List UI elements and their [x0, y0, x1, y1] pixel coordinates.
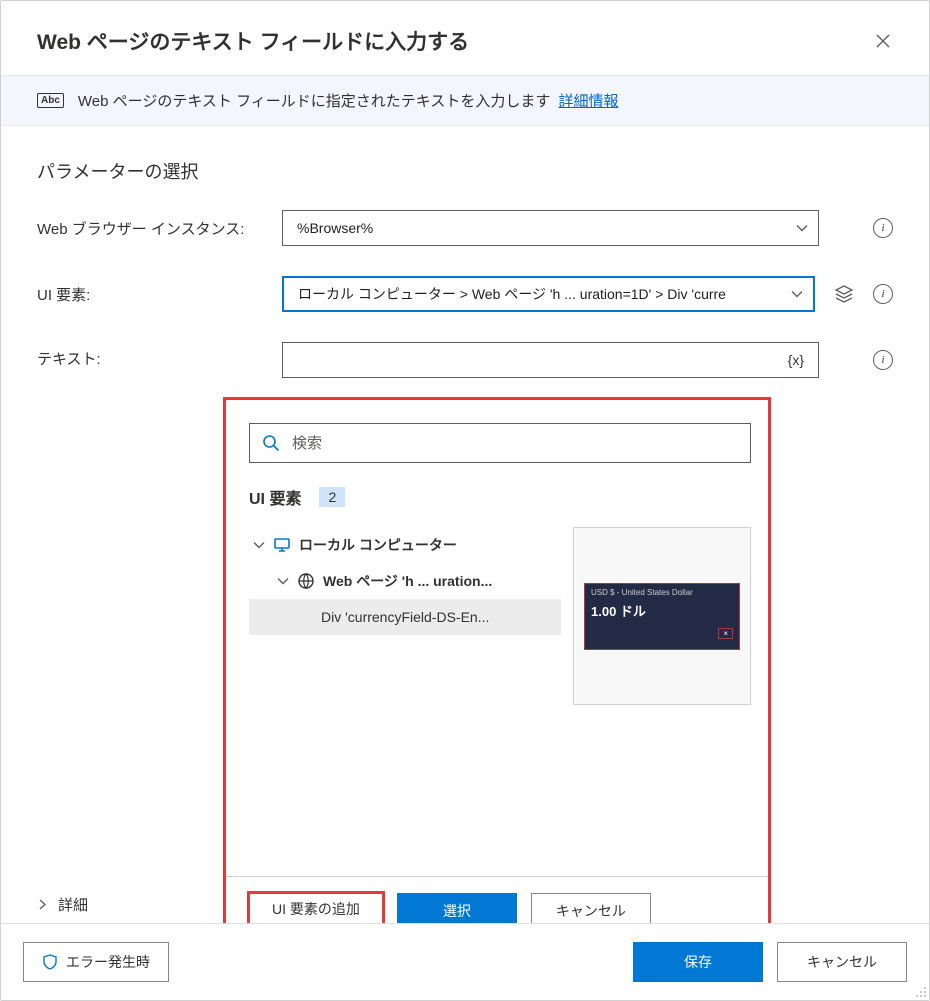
tree-node-computer-label: ローカル コンピューター — [299, 535, 457, 555]
info-icon[interactable]: i — [873, 350, 893, 370]
info-icon[interactable]: i — [873, 218, 893, 238]
tree-node-webpage-label: Web ページ 'h ... uration... — [323, 571, 492, 591]
search-icon — [262, 434, 280, 452]
browser-instance-dropdown[interactable]: %Browser% — [282, 210, 819, 246]
tree-preview-container: ローカル コンピューター Web ページ 'h ... uration... D… — [249, 527, 751, 705]
chevron-down-icon — [253, 539, 265, 551]
popup-button-row: UI 要素の追加 選択 キャンセル — [249, 893, 751, 923]
tree-node-webpage[interactable]: Web ページ 'h ... uration... — [249, 563, 561, 599]
browser-instance-label: Web ブラウザー インスタンス: — [37, 212, 272, 245]
tree-node-div-label: Div 'currencyField-DS-En... — [321, 609, 489, 625]
preview-currency-line: USD $ - United States Dollar — [591, 588, 733, 597]
close-button[interactable] — [867, 25, 899, 57]
tree-node-div[interactable]: Div 'currencyField-DS-En... — [249, 599, 561, 635]
preview-tag: × — [718, 628, 733, 639]
shield-icon — [42, 954, 58, 970]
ui-elements-count: 2 — [319, 487, 345, 507]
cancel-button[interactable]: キャンセル — [777, 942, 907, 982]
ui-element-dropdown[interactable]: ローカル コンピューター > Web ページ 'h ... uration=1D… — [282, 276, 815, 312]
chevron-down-icon — [796, 222, 808, 234]
banner-text: Web ページのテキスト フィールドに指定されたテキストを入力します 詳細情報 — [78, 90, 619, 111]
info-icon[interactable]: i — [873, 284, 893, 304]
select-button[interactable]: 選択 — [397, 893, 517, 923]
text-row: テキスト: {x} i — [37, 342, 893, 378]
ui-element-picker-popup: UI 要素 2 ローカル コンピューター Web ページ 'h ... urat… — [223, 397, 771, 923]
close-icon — [876, 34, 890, 48]
text-label: テキスト: — [37, 342, 272, 375]
globe-icon — [297, 572, 315, 590]
save-button[interactable]: 保存 — [633, 942, 763, 982]
ui-element-label: UI 要素: — [37, 278, 272, 311]
on-error-button[interactable]: エラー発生時 — [23, 942, 169, 982]
browser-instance-row: Web ブラウザー インスタンス: %Browser% i — [37, 210, 893, 246]
ui-element-row: UI 要素: ローカル コンピューター > Web ページ 'h ... ura… — [37, 276, 893, 312]
advanced-toggle[interactable]: 詳細 — [37, 894, 88, 915]
dialog-header: Web ページのテキスト フィールドに入力する — [1, 1, 929, 75]
browser-instance-value: %Browser% — [297, 220, 373, 236]
chevron-down-icon — [791, 288, 803, 300]
search-box[interactable] — [249, 423, 751, 463]
ui-element-value: ローカル コンピューター > Web ページ 'h ... uration=1D… — [298, 284, 726, 304]
dialog-title: Web ページのテキスト フィールドに入力する — [37, 26, 469, 56]
info-banner: Abc Web ページのテキスト フィールドに指定されたテキストを入力します 詳… — [1, 75, 929, 126]
layers-icon[interactable] — [833, 283, 855, 305]
variable-icon[interactable]: {x} — [788, 352, 804, 368]
ui-elements-header-label: UI 要素 — [249, 485, 301, 509]
element-preview: USD $ - United States Dollar 1.00 ドル × — [573, 527, 751, 705]
abc-icon: Abc — [37, 93, 64, 108]
tree-node-computer[interactable]: ローカル コンピューター — [249, 527, 561, 563]
preview-value: 1.00 ドル — [591, 601, 733, 620]
ui-element-tree: ローカル コンピューター Web ページ 'h ... uration... D… — [249, 527, 561, 635]
ui-elements-header: UI 要素 2 — [249, 485, 751, 509]
details-link[interactable]: 詳細情報 — [559, 93, 619, 110]
dialog-footer: エラー発生時 保存 キャンセル — [1, 923, 929, 1000]
popup-cancel-button[interactable]: キャンセル — [531, 893, 651, 923]
add-ui-element-button[interactable]: UI 要素の追加 — [247, 891, 385, 923]
resize-grip-icon[interactable] — [913, 984, 927, 998]
params-section-title: パラメーターの選択 — [37, 158, 893, 184]
preview-thumbnail: USD $ - United States Dollar 1.00 ドル × — [584, 583, 740, 650]
chevron-down-icon — [277, 575, 289, 587]
computer-icon — [273, 536, 291, 554]
dialog-window: Web ページのテキスト フィールドに入力する Abc Web ページのテキスト… — [0, 0, 930, 1001]
dialog-body: パラメーターの選択 Web ブラウザー インスタンス: %Browser% i … — [1, 126, 929, 923]
search-input[interactable] — [290, 434, 738, 453]
text-input[interactable]: {x} — [282, 342, 819, 378]
chevron-right-icon — [37, 899, 48, 910]
advanced-label: 詳細 — [58, 894, 88, 915]
on-error-label: エラー発生時 — [66, 952, 150, 972]
